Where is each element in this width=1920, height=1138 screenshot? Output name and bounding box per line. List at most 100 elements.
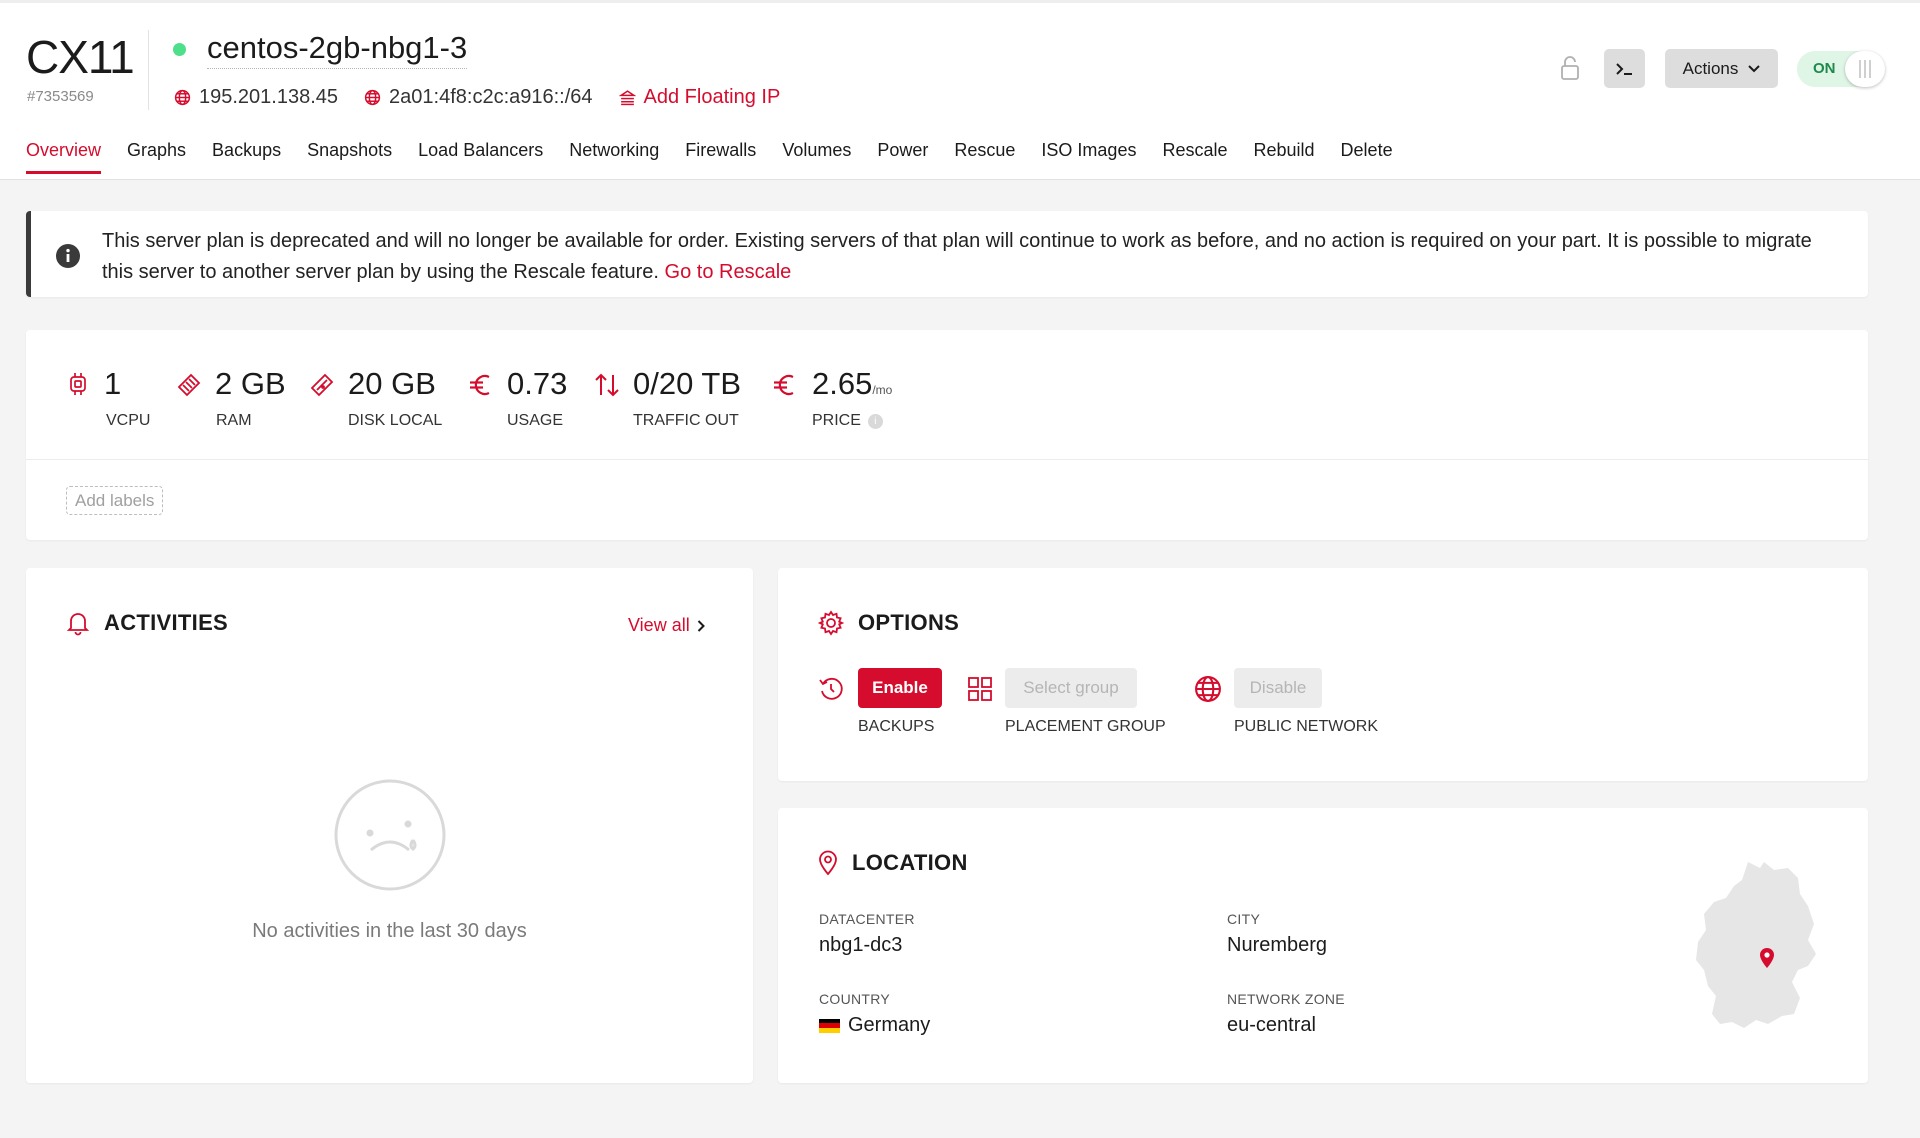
placement-group-label: PLACEMENT GROUP — [1005, 718, 1166, 735]
options-title: OPTIONS — [858, 610, 960, 635]
power-label: ON — [1813, 60, 1836, 77]
tab-load-balancers[interactable]: Load Balancers — [418, 140, 543, 173]
notice-text: This server plan is deprecated and will … — [102, 230, 1812, 283]
disable-public-network-button[interactable]: Disable — [1234, 668, 1322, 708]
power-toggle-knob[interactable] — [1845, 51, 1885, 87]
gear-icon — [818, 610, 844, 636]
actions-label: Actions — [1682, 58, 1739, 78]
disk-value: 20 GB — [348, 366, 436, 401]
tab-networking[interactable]: Networking — [569, 140, 659, 173]
tab-rescale[interactable]: Rescale — [1162, 140, 1227, 173]
server-header: CX11 #7353569 centos-2gb-nbg1-3 195.201.… — [0, 0, 1920, 180]
country-label: COUNTRY — [819, 991, 891, 1007]
usage-value: 0.73 — [507, 366, 568, 401]
datacenter-label: DATACENTER — [819, 911, 915, 927]
tab-rebuild[interactable]: Rebuild — [1254, 140, 1315, 173]
vcpu-value: 1 — [104, 366, 122, 401]
options-card: OPTIONS Enable BACKUPS Select group PLAC… — [778, 568, 1868, 781]
backup-history-icon — [819, 677, 843, 700]
globe-icon — [364, 89, 381, 105]
network-zone-label: NETWORK ZONE — [1227, 991, 1345, 1007]
add-labels-button[interactable]: Add labels — [66, 486, 164, 515]
traffic-value: 0/20 TB — [633, 366, 742, 401]
ipv4-text: 195.201.138.45 — [199, 85, 339, 108]
bell-icon — [66, 613, 90, 636]
tab-snapshots[interactable]: Snapshots — [307, 140, 392, 173]
price-info-icon[interactable]: i — [867, 413, 883, 429]
status-indicator — [173, 43, 186, 56]
sad-face-icon — [334, 779, 446, 891]
go-to-rescale-link[interactable]: Go to Rescale — [665, 261, 792, 283]
euro-icon — [470, 374, 490, 396]
view-all-text: View all — [628, 615, 690, 635]
deprecation-notice: This server plan is deprecated and will … — [26, 211, 1868, 297]
select-placement-group-button[interactable]: Select group — [1005, 668, 1137, 708]
view-all-link[interactable]: View all — [628, 615, 705, 636]
add-floating-ip-link[interactable]: Add Floating IP — [618, 86, 780, 109]
tab-rescue[interactable]: Rescue — [954, 140, 1015, 173]
tab-power[interactable]: Power — [877, 140, 928, 173]
server-id: #7353569 — [27, 88, 94, 105]
location-header: LOCATION — [818, 850, 968, 876]
knob-grip-icon — [1859, 60, 1871, 78]
info-icon — [56, 244, 80, 268]
lock-icon[interactable] — [1560, 54, 1580, 82]
power-toggle[interactable]: ON — [1797, 51, 1885, 87]
ipv4-address[interactable]: 195.201.138.45 — [174, 86, 338, 109]
network-zone-value: eu-central — [1227, 1014, 1316, 1036]
germany-map — [1696, 862, 1816, 1028]
floating-ip-icon — [618, 89, 636, 105]
tab-delete[interactable]: Delete — [1341, 140, 1393, 173]
price-value: 2.65/mo — [812, 366, 892, 402]
location-title: LOCATION — [852, 850, 968, 875]
cpu-icon — [70, 373, 86, 395]
backups-label: BACKUPS — [858, 718, 935, 735]
chevron-right-icon — [697, 619, 705, 632]
price-unit: /mo — [872, 383, 893, 397]
server-tabs: Overview Graphs Backups Snapshots Load B… — [26, 140, 1393, 174]
specs-divider — [26, 459, 1868, 460]
console-button[interactable] — [1604, 49, 1645, 88]
city-value: Nuremberg — [1227, 934, 1328, 956]
actions-dropdown[interactable]: Actions — [1665, 49, 1778, 88]
globe-icon — [1195, 676, 1221, 702]
vcpu-label: VCPU — [106, 412, 151, 429]
activities-title: ACTIVITIES — [104, 610, 229, 635]
usage-label: USAGE — [507, 412, 564, 429]
ram-label: RAM — [216, 412, 252, 429]
server-name[interactable]: centos-2gb-nbg1-3 — [207, 30, 468, 69]
germany-map-outline — [1696, 862, 1816, 1028]
activities-header: ACTIVITIES — [66, 610, 228, 636]
tab-graphs[interactable]: Graphs — [127, 140, 186, 173]
country-text: Germany — [848, 1014, 931, 1036]
ipv6-address[interactable]: 2a01:4f8:c2c:a916::/64 — [364, 86, 593, 109]
location-card: LOCATION DATACENTER nbg1-dc3 CITY Nuremb… — [778, 808, 1868, 1083]
tab-overview[interactable]: Overview — [26, 140, 102, 174]
terminal-icon — [1615, 62, 1632, 75]
public-network-label: PUBLIC NETWORK — [1234, 718, 1379, 735]
server-plan: CX11 — [26, 31, 135, 83]
chevron-down-icon — [1748, 64, 1761, 72]
tab-volumes[interactable]: Volumes — [782, 140, 851, 173]
ip-addresses: 195.201.138.45 2a01:4f8:c2c:a916::/64 Ad… — [174, 85, 806, 109]
top-border — [0, 0, 1920, 3]
country-value: Germany — [819, 1014, 930, 1037]
disk-label: DISK LOCAL — [348, 412, 443, 429]
disk-icon — [310, 373, 334, 397]
placement-group-icon — [968, 677, 992, 701]
price-label: PRICE — [812, 412, 861, 429]
euro-icon — [774, 374, 794, 396]
tab-iso-images[interactable]: ISO Images — [1041, 140, 1136, 173]
tab-backups[interactable]: Backups — [212, 140, 281, 173]
empty-activities-message: No activities in the last 30 days — [252, 920, 527, 942]
enable-backups-button[interactable]: Enable — [858, 668, 942, 708]
traffic-icon — [595, 373, 619, 397]
germany-flag-icon — [819, 1018, 840, 1033]
notice-message: This server plan is deprecated and will … — [102, 226, 1842, 288]
tab-firewalls[interactable]: Firewalls — [685, 140, 756, 173]
city-label: CITY — [1227, 911, 1261, 927]
options-header: OPTIONS — [818, 610, 959, 636]
map-pin-icon — [819, 850, 837, 876]
price-amount: 2.65 — [812, 366, 873, 401]
ipv6-text: 2a01:4f8:c2c:a916::/64 — [389, 85, 593, 108]
